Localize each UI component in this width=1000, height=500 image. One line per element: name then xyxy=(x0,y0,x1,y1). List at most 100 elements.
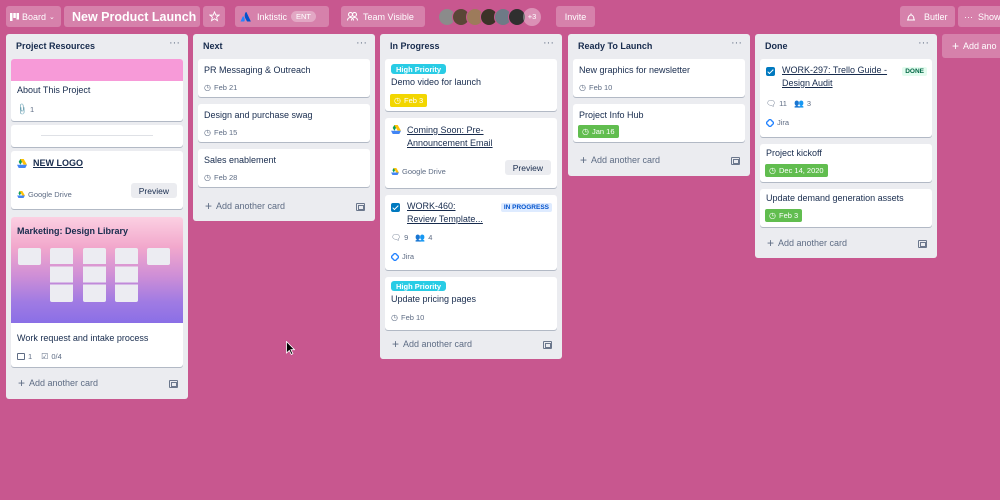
list-title[interactable]: Next xyxy=(203,41,223,51)
card-badges: 🗨 11 👥 3 xyxy=(766,99,811,108)
cover-title: Marketing: Design Library xyxy=(17,226,129,236)
list-card[interactable] xyxy=(11,125,183,147)
list-card[interactable]: Sales enablement ◷ Feb 28 xyxy=(198,149,370,187)
chevron-down-icon: ⌄ xyxy=(49,13,55,21)
add-card-label: Add another card xyxy=(591,155,661,165)
add-card-button[interactable]: + Add another card xyxy=(205,198,286,213)
status-badge: DONE xyxy=(902,67,927,76)
mouse-cursor-icon xyxy=(286,341,295,355)
list-card[interactable]: Coming Soon: Pre-Announcement Email Goog… xyxy=(385,118,557,188)
add-card-button[interactable]: + Add another card xyxy=(580,154,661,166)
card-title[interactable]: Coming Soon: Pre-Announcement Email xyxy=(407,124,517,150)
butler-button[interactable]: Butler xyxy=(900,6,955,27)
add-card-button[interactable]: + Add another card xyxy=(18,377,98,389)
more-icon[interactable]: ··· xyxy=(918,37,929,49)
due-date-badge[interactable]: ◷ Feb 3 xyxy=(390,94,428,107)
due-date: Feb 15 xyxy=(213,128,238,137)
list-card[interactable]: WORK-460: Review Template... IN PROGRESS… xyxy=(385,195,557,270)
list-card[interactable]: About This Project 📎 1 xyxy=(11,59,183,121)
due-date-badge[interactable]: ◷ Dec 14, 2020 xyxy=(765,164,828,177)
card-title[interactable]: WORK-297: Trello Guide - Design Audit xyxy=(782,64,900,90)
card-template-icon[interactable] xyxy=(169,380,178,388)
workspace-name: Inktistic xyxy=(257,11,288,22)
list-card[interactable]: NEW LOGO Google Drive Preview xyxy=(11,151,183,209)
due-date-badge[interactable]: ◷ Jan 16 xyxy=(578,125,619,138)
list-card[interactable]: Project Info Hub ◷ Jan 16 xyxy=(573,104,745,142)
card-title: Sales enablement xyxy=(204,155,277,165)
list-title[interactable]: Ready To Launch xyxy=(578,41,652,51)
add-card-button[interactable]: + Add another card xyxy=(392,338,472,350)
card-title: New graphics for newsletter xyxy=(579,65,691,75)
list-title[interactable]: Project Resources xyxy=(16,41,95,51)
cover-tile xyxy=(147,248,170,265)
card-badges: 📎 1 xyxy=(15,102,34,117)
workspace-button[interactable]: Inktistic ENT xyxy=(235,6,329,27)
checklist-icon: ☑ xyxy=(41,352,49,361)
due-date-badge[interactable]: ◷ Feb 3 xyxy=(765,209,803,222)
due-date: Jan 16 xyxy=(591,127,615,136)
list-card[interactable]: Marketing: Design Library Work request a… xyxy=(11,217,183,367)
card-cover xyxy=(11,59,183,81)
member-avatars: +3 xyxy=(438,6,541,27)
clock-icon: ◷ xyxy=(769,211,776,220)
comments-icon: 🗨 xyxy=(766,99,777,108)
card-template-icon[interactable] xyxy=(356,203,365,211)
invite-button[interactable]: Invite xyxy=(556,6,595,27)
list-card[interactable]: Project kickoff ◷ Dec 14, 2020 xyxy=(760,144,932,182)
preview-button[interactable]: Preview xyxy=(130,183,177,198)
board-view-switcher[interactable]: Board ⌄ xyxy=(6,6,61,27)
list-card[interactable]: New graphics for newsletter ◷ Feb 10 xyxy=(573,59,745,97)
add-card-button[interactable]: + Add another card xyxy=(767,237,848,249)
label-high-priority: High Priority xyxy=(391,281,447,291)
list-card[interactable]: PR Messaging & Outreach ◷ Feb 21 xyxy=(198,59,370,97)
show-menu-button[interactable]: ··· Show xyxy=(958,6,1000,27)
more-icon[interactable]: ··· xyxy=(169,37,180,49)
source-label: Google Drive xyxy=(402,167,446,176)
google-drive-icon xyxy=(17,159,27,168)
clock-icon: ◷ xyxy=(769,166,776,175)
cover-tile xyxy=(18,248,41,265)
card-template-icon[interactable] xyxy=(918,240,927,248)
list-card[interactable]: High Priority Demo video for launch ◷ Fe… xyxy=(385,59,557,111)
cover-tile xyxy=(83,248,106,302)
list-card[interactable]: Design and purchase swag ◷ Feb 15 xyxy=(198,104,370,142)
due-date: Dec 14, 2020 xyxy=(778,166,824,175)
due-date: Feb 10 xyxy=(400,313,425,322)
list-ready-to-launch: Ready To Launch ··· New graphics for new… xyxy=(568,34,750,176)
more-icon[interactable]: ··· xyxy=(543,37,554,49)
card-title[interactable]: WORK-460: Review Template... xyxy=(407,200,487,226)
plus-icon: + xyxy=(205,198,213,213)
show-menu-label: Show xyxy=(978,11,1000,22)
star-button[interactable] xyxy=(203,6,225,27)
more-icon[interactable]: ··· xyxy=(356,37,367,49)
add-card-label: Add another card xyxy=(778,238,848,248)
board-header: Board ⌄ New Product Launch Inktistic ENT… xyxy=(0,0,1000,32)
more-members-badge[interactable]: +3 xyxy=(523,7,541,26)
add-list-button[interactable]: + Add ano xyxy=(942,34,1000,58)
google-drive-icon xyxy=(17,191,25,198)
card-due-date: ◷ Feb 28 xyxy=(204,173,237,182)
card-template-icon[interactable] xyxy=(543,341,552,349)
list-title[interactable]: Done xyxy=(765,41,788,51)
list-card[interactable]: Update demand generation assets ◷ Feb 3 xyxy=(760,189,932,227)
visibility-button[interactable]: Team Visible xyxy=(341,6,425,27)
attachment-icon xyxy=(17,353,25,360)
more-icon[interactable]: ··· xyxy=(731,37,742,49)
list-card[interactable]: WORK-297: Trello Guide - Design Audit DO… xyxy=(760,59,932,137)
card-title: Update pricing pages xyxy=(391,294,477,304)
due-date: Feb 10 xyxy=(588,83,613,92)
board-title[interactable]: New Product Launch xyxy=(64,6,200,27)
card-title: Update demand generation assets xyxy=(766,193,904,203)
card-title[interactable]: NEW LOGO xyxy=(33,157,83,170)
paperclip-icon: 📎 xyxy=(15,102,29,117)
star-icon xyxy=(208,11,220,22)
source-label: Google Drive xyxy=(28,190,72,199)
card-template-icon[interactable] xyxy=(731,157,740,165)
preview-button[interactable]: Preview xyxy=(504,160,551,175)
clock-icon: ◷ xyxy=(394,96,401,105)
add-card-label: Add another card xyxy=(216,201,286,211)
clock-icon: ◷ xyxy=(391,313,398,322)
list-title[interactable]: In Progress xyxy=(390,41,440,51)
list-card[interactable]: High Priority Update pricing pages ◷ Feb… xyxy=(385,277,557,330)
card-title: Design and purchase swag xyxy=(204,110,313,120)
